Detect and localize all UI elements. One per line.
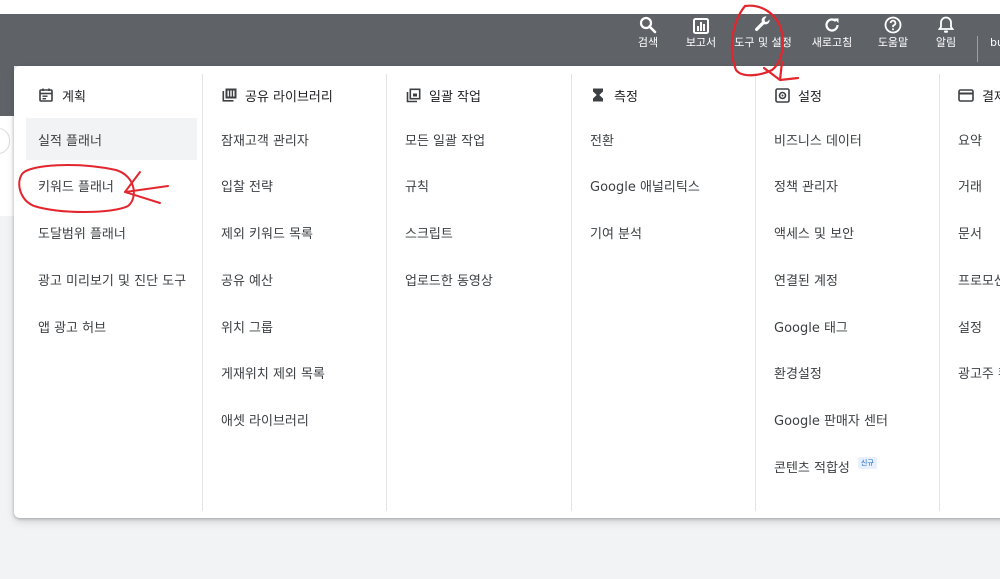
menu-item-audience-manager[interactable]: 잠재고객 관리자: [203, 118, 386, 160]
menu-column-shared-library: 공유 라이브러리 잠재고객 관리자 입찰 전략 제외 키워드 목록 공유 예산 …: [202, 74, 386, 511]
menu-item-negative-keyword-lists[interactable]: 제외 키워드 목록: [203, 212, 386, 254]
refresh-icon: [821, 14, 843, 34]
top-toolbar: 검색 보고서 도구 및 설정 새로고침 도움말 알림 bu: [0, 14, 1000, 66]
menu-item-location-groups[interactable]: 위치 그룹: [203, 305, 386, 347]
menu-item-shared-budgets[interactable]: 공유 예산: [203, 258, 386, 300]
menu-item-business-data[interactable]: 비즈니스 데이터: [756, 118, 940, 160]
menu-item-access-and-security[interactable]: 액세스 및 보안: [756, 212, 940, 254]
menu-item-bid-strategies[interactable]: 입찰 전략: [203, 165, 386, 207]
bar-chart-icon: [690, 14, 712, 34]
menu-item-asset-library[interactable]: 애셋 라이브러리: [203, 399, 386, 441]
notifications-button[interactable]: 알림: [931, 14, 961, 66]
search-button[interactable]: 검색: [631, 14, 665, 66]
menu-item-all-bulk-actions[interactable]: 모든 일괄 작업: [387, 118, 571, 160]
menu-item-summary[interactable]: 요약: [940, 118, 1000, 160]
menu-item-transactions[interactable]: 거래: [940, 165, 1000, 207]
settings-icon: [774, 87, 790, 103]
tools-and-settings-button[interactable]: 도구 및 설정: [733, 14, 793, 66]
menu-item-content-suitability[interactable]: 콘텐츠 적합성 신규: [756, 446, 940, 488]
menu-item-keyword-planner[interactable]: 키워드 플래너: [20, 165, 202, 207]
menu-item-label: 콘텐츠 적합성: [774, 461, 850, 477]
reports-button[interactable]: 보고서: [681, 14, 721, 66]
menu-item-advertiser-verification[interactable]: 광고주 확: [940, 352, 1000, 394]
help-button[interactable]: 도움말: [873, 14, 913, 66]
new-badge: 신규: [857, 456, 877, 469]
menu-item-app-ads-hub[interactable]: 앱 광고 허브: [20, 305, 202, 347]
menu-item-uploaded-videos[interactable]: 업로드한 동영상: [387, 258, 571, 300]
menu-item-placement-exclusion-lists[interactable]: 게재위치 제외 목록: [203, 352, 386, 394]
menu-column-setup: 설정 비즈니스 데이터 정책 관리자 액세스 및 보안 연결된 계정 Googl…: [755, 74, 940, 511]
toolbar-divider: [977, 36, 978, 62]
column-header-measurement: 측정: [572, 74, 756, 116]
menu-item-preferences[interactable]: 환경설정: [756, 352, 940, 394]
background-header-strip: [0, 66, 14, 116]
menu-column-bulk-actions: 일괄 작업 모든 일괄 작업 규칙 스크립트 업로드한 동영상: [386, 74, 571, 511]
menu-item-google-analytics[interactable]: Google 애널리틱스: [572, 165, 756, 207]
column-header-bulk-actions: 일괄 작업: [387, 74, 571, 116]
menu-item-ad-preview-diagnosis[interactable]: 광고 미리보기 및 진단 도구: [20, 258, 202, 300]
menu-item-google-merchant-center[interactable]: Google 판매자 센터: [756, 399, 940, 441]
menu-item-performance-planner[interactable]: 실적 플래너: [26, 118, 197, 160]
menu-item-reach-planner[interactable]: 도달범위 플래너: [20, 212, 202, 254]
column-header-setup: 설정: [756, 74, 940, 116]
account-label[interactable]: bu: [990, 36, 1000, 49]
menu-column-measurement: 측정 전환 Google 애널리틱스 기여 분석: [571, 74, 756, 511]
menu-item-documents[interactable]: 문서: [940, 212, 1000, 254]
menu-item-linked-accounts[interactable]: 연결된 계정: [756, 258, 940, 300]
hourglass-icon: [590, 87, 606, 103]
menu-item-attribution[interactable]: 기여 분석: [572, 212, 756, 254]
library-icon: [221, 87, 237, 103]
menu-item-promotions[interactable]: 프로모션: [940, 258, 1000, 300]
help-icon: [882, 14, 904, 34]
menu-column-planning: 계획 실적 플래너 키워드 플래너 도달범위 플래너 광고 미리보기 및 진단 …: [20, 74, 202, 511]
wrench-icon: [752, 14, 774, 34]
copy-icon: [405, 87, 421, 103]
column-header-shared-library: 공유 라이브러리: [203, 74, 386, 116]
search-icon: [637, 14, 659, 34]
menu-item-scripts[interactable]: 스크립트: [387, 212, 571, 254]
refresh-button[interactable]: 새로고침: [806, 14, 858, 66]
menu-item-policy-manager[interactable]: 정책 관리자: [756, 165, 940, 207]
menu-item-conversions[interactable]: 전환: [572, 118, 756, 160]
menu-column-billing: 결제 요약 거래 문서 프로모션 설정 광고주 확: [939, 74, 1000, 511]
menu-item-google-tag[interactable]: Google 태그: [756, 305, 940, 347]
calendar-icon: [38, 87, 54, 103]
menu-item-rules[interactable]: 규칙: [387, 165, 571, 207]
top-strip: [0, 0, 1000, 14]
column-header-planning: 계획: [20, 74, 202, 116]
column-header-billing: 결제: [940, 74, 1000, 116]
bell-icon: [935, 14, 957, 34]
tools-settings-menu: 계획 실적 플래너 키워드 플래너 도달범위 플래너 광고 미리보기 및 진단 …: [14, 66, 1000, 518]
menu-item-billing-settings[interactable]: 설정: [940, 305, 1000, 347]
credit-card-icon: [958, 87, 974, 103]
